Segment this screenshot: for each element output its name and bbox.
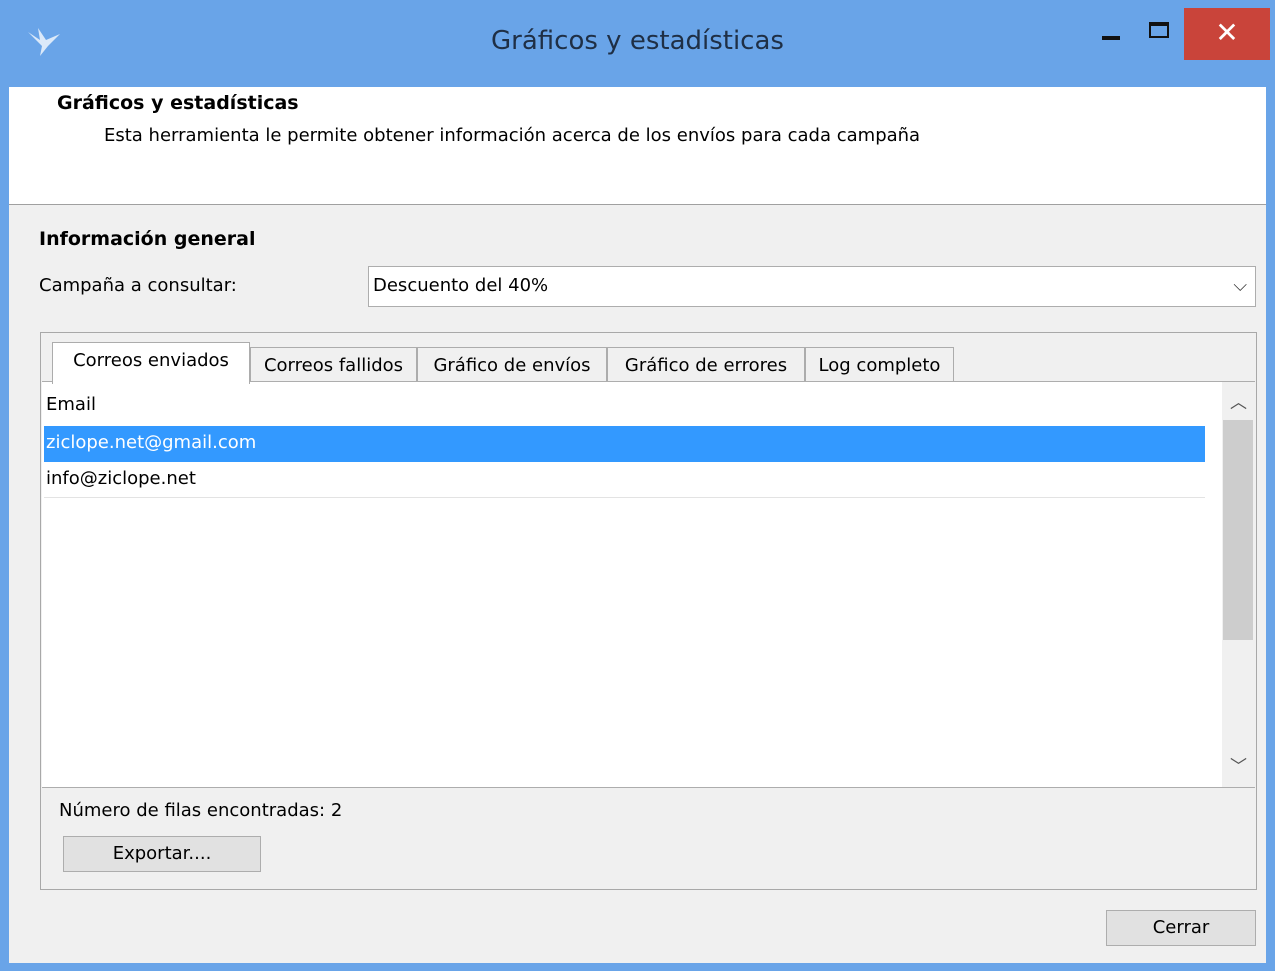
header-title: Gráficos y estadísticas <box>57 92 299 114</box>
scroll-thumb[interactable] <box>1223 420 1253 640</box>
chevron-down-icon[interactable]: ⌵ <box>1233 275 1247 296</box>
scroll-down-icon[interactable]: ﹀ <box>1222 752 1255 788</box>
dialog-body: Gráficos y estadísticas Esta herramienta… <box>9 87 1266 963</box>
header-description: Esta herramienta le permite obtener info… <box>104 125 921 146</box>
email-list: Email ziclope.net@gmail.com info@ziclope… <box>42 381 1255 788</box>
campaign-label: Campaña a consultar: <box>39 275 237 296</box>
export-button[interactable]: Exportar.... <box>63 836 261 872</box>
tab-log-completo[interactable]: Log completo <box>805 347 954 383</box>
tab-correos-fallidos[interactable]: Correos fallidos <box>250 347 417 383</box>
minimize-icon <box>1102 36 1120 40</box>
campaign-select-value: Descuento del 40% <box>373 275 549 296</box>
table-row[interactable]: info@ziclope.net <box>44 462 1205 498</box>
window-title: Gráficos y estadísticas <box>491 26 784 56</box>
tab-group: Correos enviados Correos fallidos Gráfic… <box>40 332 1257 890</box>
table-row[interactable]: ziclope.net@gmail.com <box>44 426 1205 462</box>
row-count-label: Número de filas encontradas: <box>59 800 326 821</box>
maximize-button[interactable] <box>1137 8 1183 60</box>
app-window: Gráficos y estadísticas ✕ Gráficos y est… <box>0 0 1275 971</box>
tab-correos-enviados[interactable]: Correos enviados <box>52 342 250 384</box>
close-button[interactable]: Cerrar <box>1106 910 1256 946</box>
close-window-button[interactable]: ✕ <box>1184 8 1270 60</box>
vertical-scrollbar[interactable]: ︿ ﹀ <box>1222 382 1255 787</box>
close-icon: ✕ <box>1215 16 1239 49</box>
title-bar[interactable]: Gráficos y estadísticas ✕ <box>0 0 1275 87</box>
tab-grafico-envios[interactable]: Gráfico de envíos <box>417 347 607 383</box>
column-header-email[interactable]: Email <box>46 394 96 415</box>
row-count-text: Número de filas encontradas: 2 <box>59 800 342 821</box>
section-title: Información general <box>39 228 256 250</box>
scroll-up-icon[interactable]: ︿ <box>1222 388 1255 424</box>
header-panel: Gráficos y estadísticas Esta herramienta… <box>9 87 1266 205</box>
minimize-button[interactable] <box>1087 8 1137 60</box>
maximize-icon <box>1149 22 1169 38</box>
tab-grafico-errores[interactable]: Gráfico de errores <box>607 347 805 383</box>
campaign-select[interactable]: Descuento del 40% ⌵ <box>368 266 1256 307</box>
row-count-value: 2 <box>330 800 343 821</box>
